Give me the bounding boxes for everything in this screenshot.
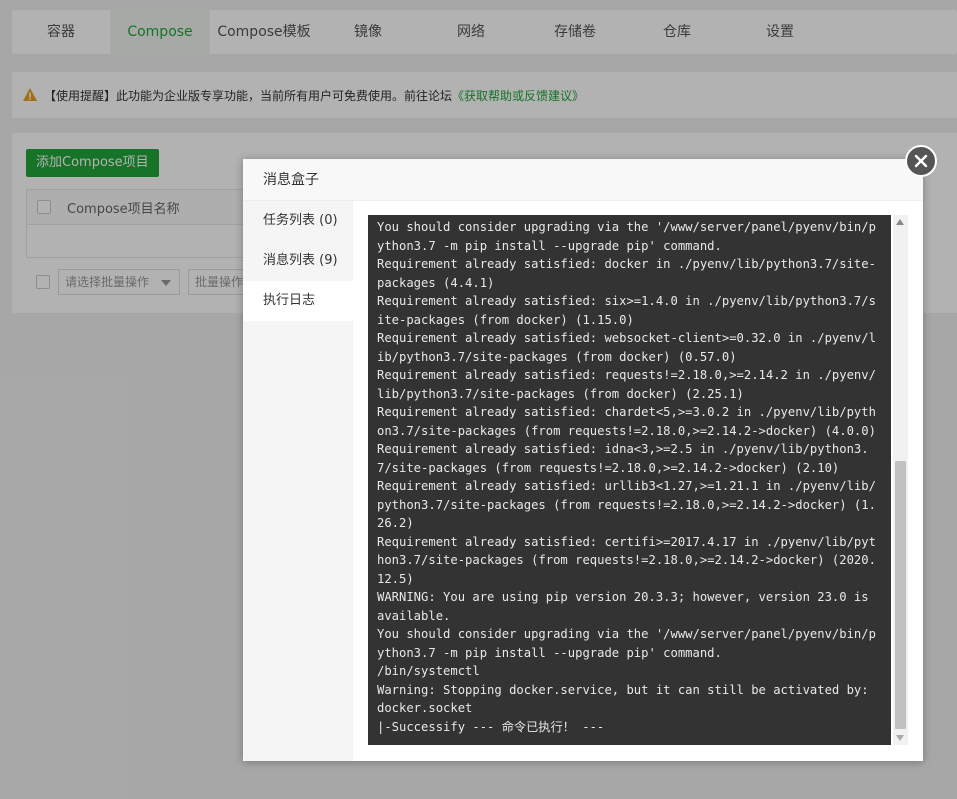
log-line: Warning: Stopping docker.service, but it…	[377, 682, 869, 697]
sidebar-item-message-list[interactable]: 消息列表 (9)	[243, 241, 353, 281]
message-box-dialog: 消息盒子 任务列表 (0) 消息列表 (9) 执行日志 You should c…	[243, 145, 937, 761]
close-icon	[914, 154, 928, 168]
log-line: Requirement already satisfied: six>=1.4.…	[377, 294, 876, 327]
sidebar-item-task-list[interactable]: 任务列表 (0)	[243, 201, 353, 241]
log-line: |-Successify --- 命令已执行！ ---	[377, 719, 605, 734]
dialog-sidebar: 任务列表 (0) 消息列表 (9) 执行日志	[243, 201, 353, 761]
log-line: Requirement already satisfied: docker in…	[377, 257, 876, 290]
log-line: You should consider upgrading via the '/…	[377, 627, 876, 660]
log-line: WARNING: You are using pip version 20.3.…	[377, 590, 876, 623]
log-line: Requirement already satisfied: urllib3<1…	[377, 479, 876, 530]
log-line: docker.socket	[377, 701, 473, 715]
log-scrollbar[interactable]	[893, 215, 908, 745]
close-button[interactable]	[905, 145, 937, 177]
exec-log-console[interactable]: You should consider upgrading via the '/…	[368, 215, 891, 745]
log-line: /bin/systemctl	[377, 664, 480, 678]
scroll-thumb[interactable]	[895, 461, 906, 729]
scroll-up-arrow-icon[interactable]	[896, 219, 904, 225]
log-line: Requirement already satisfied: websocket…	[377, 331, 876, 364]
log-line: Requirement already satisfied: idna<3,>=…	[377, 442, 869, 475]
sidebar-item-exec-log[interactable]: 执行日志	[243, 281, 353, 321]
log-line: Requirement already satisfied: certifi>=…	[377, 534, 876, 586]
scroll-down-arrow-icon[interactable]	[896, 735, 904, 741]
log-line: Requirement already satisfied: requests!…	[377, 368, 876, 401]
log-line: Requirement already satisfied: chardet<5…	[377, 405, 876, 438]
log-line: You should consider upgrading via the '/…	[377, 220, 876, 253]
dialog-title: 消息盒子	[243, 159, 923, 201]
